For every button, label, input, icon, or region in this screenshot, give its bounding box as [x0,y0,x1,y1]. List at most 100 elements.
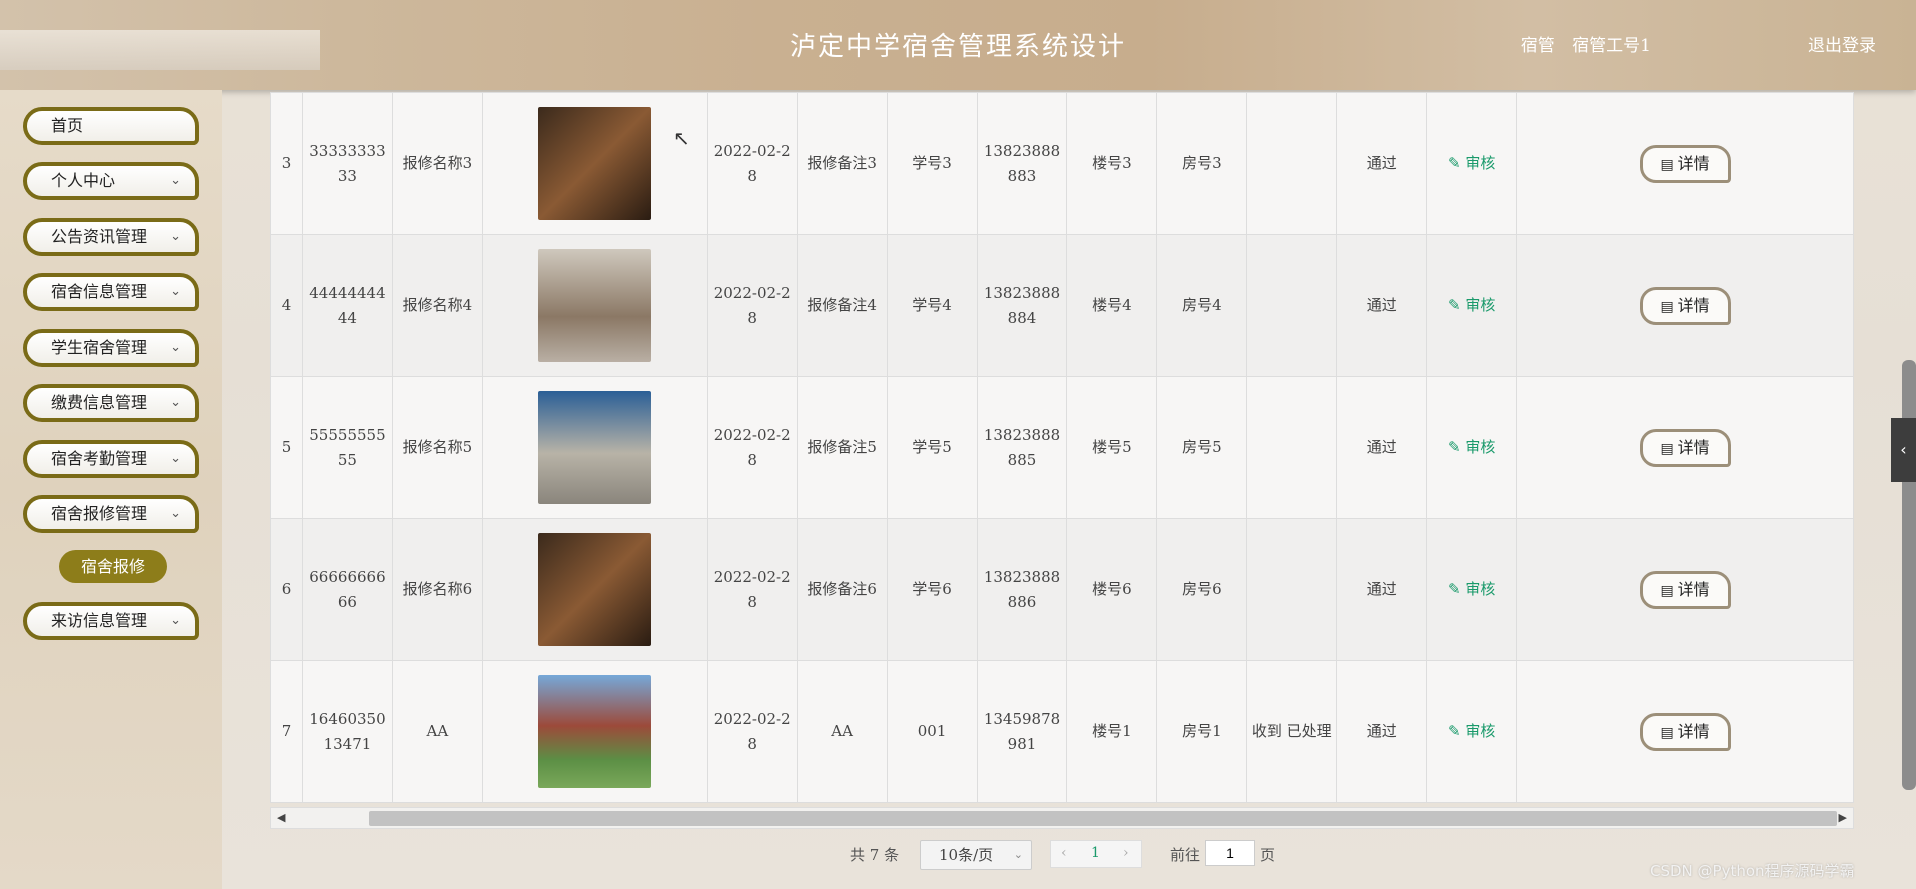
scroll-right-icon[interactable]: ▶ [1839,811,1847,824]
audit-label: 审核 [1465,580,1496,598]
cell-student: 001 [886,660,978,803]
sidebar-item-1[interactable]: 个人中心 ⌄ [23,162,199,200]
sidebar-item-2[interactable]: 公告资讯管理 ⌄ [23,218,199,256]
document-icon: ▤ [1660,582,1674,599]
sidebar-item-label: 宿舍信息管理 [51,282,148,301]
chevron-down-icon: ⌄ [170,340,181,355]
cell-name: 报修名称5 [391,376,483,519]
document-icon: ▤ [1660,156,1674,173]
chevron-down-icon: ⌄ [1013,848,1023,861]
audit-link[interactable]: ✎ 审核 [1448,438,1495,456]
total-count: 共 7 条 [850,844,899,865]
goto-label: 前往 [1170,846,1201,864]
cell-reply: 收到 已处理 [1246,660,1338,803]
total-value: 7 [869,846,880,864]
cell-building: 楼号3 [1066,92,1158,235]
sidebar-item-4[interactable]: 学生宿舍管理 ⌄ [23,329,199,367]
user-info: 宿管 宿管工号1 [1509,31,1651,56]
repair-photo[interactable] [538,107,652,220]
sidebar-item-6[interactable]: 宿舍考勤管理 ⌄ [23,440,199,478]
chevron-down-icon: ⌄ [170,451,181,466]
sidebar-item-0[interactable]: 首页 [23,107,199,145]
document-icon: ▤ [1660,440,1674,457]
cell-room: 房号6 [1156,518,1248,661]
detail-label: 详情 [1677,721,1710,741]
cell-status: 通过 [1336,376,1428,519]
table-row: 4 4444444444 报修名称4 2022-02-28 报修备注4 学号4 138238… [270,234,1854,377]
watermark: CSDN @Python程序源码学霸 [1650,862,1855,880]
audit-link[interactable]: ✎ 审核 [1448,296,1495,314]
repair-table-container: 3 3333333333 报修名称3 2022-02-28 报修备注3 学号3 138238… [270,92,1854,807]
page-size-select[interactable]: 10条/页 ⌄ [920,840,1032,870]
repair-photo[interactable] [538,675,652,788]
goto-page-input[interactable] [1205,840,1255,866]
edit-icon: ✎ [1447,580,1466,598]
sidebar-item-label: 宿舍报修管理 [51,504,148,523]
document-icon: ▤ [1660,724,1674,741]
sidebar-item-3[interactable]: 宿舍信息管理 ⌄ [23,273,199,311]
detail-button[interactable]: ▤ 详情 [1639,570,1731,609]
cell-name: 报修名称3 [391,92,483,235]
audit-label: 审核 [1465,722,1496,740]
cell-room: 房号5 [1156,376,1248,519]
mouse-cursor-icon: ↖ [673,126,690,150]
audit-link[interactable]: ✎ 审核 [1448,580,1495,598]
prev-page-icon[interactable]: ‹ [1061,845,1067,861]
audit-link[interactable]: ✎ 审核 [1448,154,1495,172]
cell-detail: ▤ 详情 [1516,518,1854,661]
repair-photo[interactable] [538,249,652,362]
cell-status: 通过 [1336,92,1428,235]
cell-date: 2022-02-28 [706,376,798,519]
detail-button[interactable]: ▤ 详情 [1639,712,1731,751]
cell-phone: 13823888884 [976,234,1068,377]
scroll-left-icon[interactable]: ◀ [277,811,285,824]
detail-button[interactable]: ▤ 详情 [1639,428,1731,467]
page-suffix: 页 [1260,846,1276,864]
detail-label: 详情 [1677,437,1710,457]
table-row: 7 1646035013471 AA 2022-02-28 AA 001 134598789… [270,660,1854,803]
detail-button[interactable]: ▤ 详情 [1639,144,1731,183]
detail-button[interactable]: ▤ 详情 [1639,286,1731,325]
cell-image [481,376,708,519]
cell-building: 楼号1 [1066,660,1158,803]
sidebar-item-label: 公告资讯管理 [51,227,148,246]
collapse-panel-icon[interactable]: ‹ [1891,418,1916,482]
page-size-value: 10条/页 [939,846,994,864]
next-page-icon[interactable]: › [1123,845,1129,861]
cell-name: AA [391,660,483,803]
cell-index: 5 [270,376,303,519]
cell-reply [1246,234,1338,377]
cell-date: 2022-02-28 [706,518,798,661]
cell-room: 房号4 [1156,234,1248,377]
repair-photo[interactable] [538,391,652,504]
sidebar-item-5[interactable]: 缴费信息管理 ⌄ [23,384,199,422]
cell-student: 学号4 [886,234,978,377]
logout-button[interactable]: 退出登录 [1808,31,1876,56]
sidebar-item-7[interactable]: 宿舍报修管理 ⌄ [23,495,199,533]
sidebar-subitem-repair[interactable]: 宿舍报修 [59,550,167,583]
sidebar-item-8[interactable]: 来访信息管理 ⌄ [23,602,199,640]
cell-building: 楼号4 [1066,234,1158,377]
horizontal-scrollbar[interactable]: ◀ ▶ [270,807,1854,829]
audit-link[interactable]: ✎ 审核 [1448,722,1495,740]
cell-date: 2022-02-28 [706,234,798,377]
cell-reply [1246,376,1338,519]
scrollbar-thumb[interactable] [369,811,1837,826]
cell-code: 4444444444 [301,234,393,377]
sidebar-item-label: 宿舍考勤管理 [51,449,148,468]
cell-index: 7 [270,660,303,803]
table-row: 5 5555555555 报修名称5 2022-02-28 报修备注5 学号5 138238… [270,376,1854,519]
sidebar-item-label: 来访信息管理 [51,611,148,630]
cell-index: 3 [270,92,303,235]
cell-status: 通过 [1336,518,1428,661]
audit-label: 审核 [1465,438,1496,456]
chevron-down-icon: ⌄ [170,229,181,244]
repair-photo[interactable] [538,533,652,646]
cell-image [481,660,708,803]
chevron-down-icon: ⌄ [170,284,181,299]
cell-remark: 报修备注5 [796,376,888,519]
cell-audit: ✎ 审核 [1426,518,1518,661]
page-number[interactable]: 1 [1091,845,1100,861]
sidebar-item-label: 个人中心 [51,171,116,190]
user-account: 宿管工号1 [1572,36,1651,56]
